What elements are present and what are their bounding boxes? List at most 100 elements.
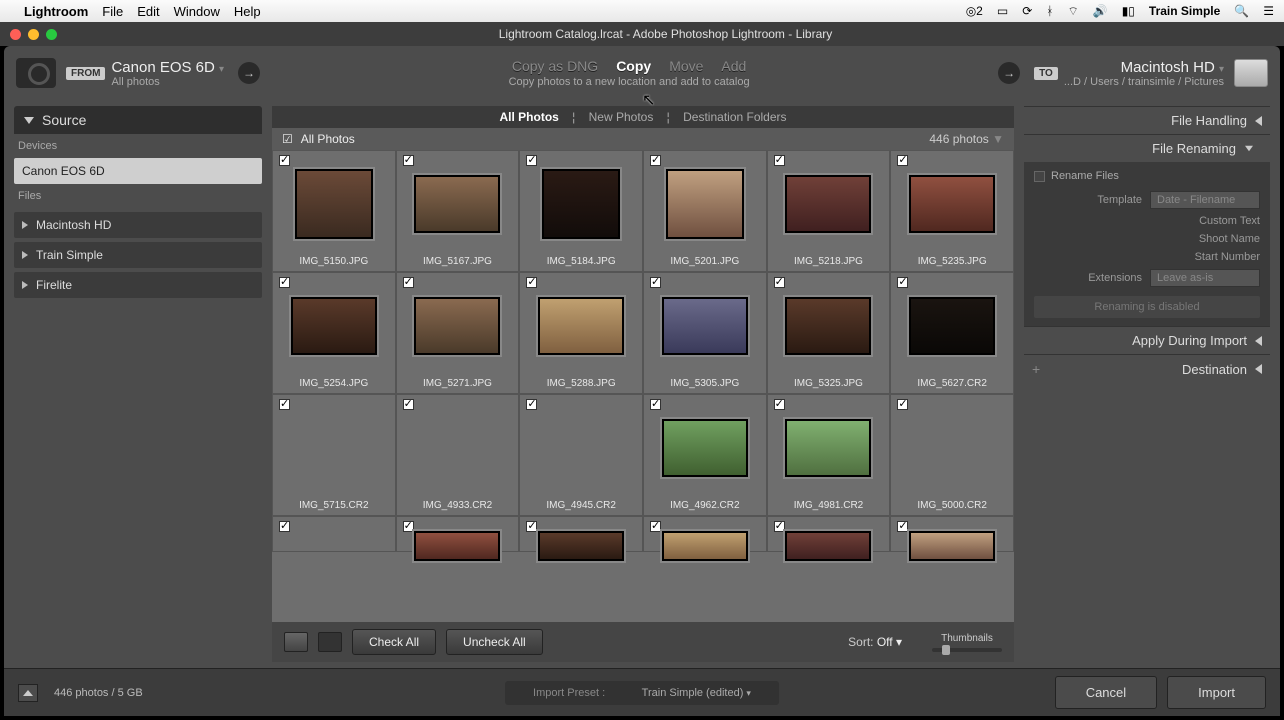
thumbnail-cell[interactable]: IMG_5167.JPG [396, 150, 520, 272]
grid-view-icon[interactable] [284, 632, 308, 652]
thumbnail-cell[interactable] [890, 516, 1014, 552]
thumbnail-cell[interactable]: IMG_5254.JPG [272, 272, 396, 394]
from-device-picker[interactable]: Canon EOS 6D ▾ [111, 59, 224, 76]
thumbnail-image[interactable] [414, 531, 500, 561]
tab-all-photos[interactable]: All Photos [499, 110, 558, 124]
group-check[interactable]: ☑ [282, 132, 293, 146]
thumbnail-cell[interactable]: IMG_5000.CR2 [890, 394, 1014, 516]
thumbnail-image[interactable] [785, 531, 871, 561]
thumbnail-image[interactable] [662, 531, 748, 561]
thumbnail-checkbox[interactable] [526, 521, 537, 532]
thumbnail-cell[interactable] [519, 516, 643, 552]
thumbnail-checkbox[interactable] [774, 521, 785, 532]
thumbnail-checkbox[interactable] [526, 155, 537, 166]
app-menu[interactable]: Lightroom [24, 4, 88, 19]
wifi-icon[interactable]: ⌔ [1067, 4, 1078, 19]
destination-header[interactable]: + Destination [1024, 354, 1270, 383]
thumbnail-cell[interactable]: IMG_5288.JPG [519, 272, 643, 394]
thumbnail-checkbox[interactable] [526, 399, 537, 410]
import-button[interactable]: Import [1167, 676, 1266, 709]
mode-copy-dng[interactable]: Copy as DNG [512, 58, 598, 74]
thumbnail-image[interactable] [662, 297, 748, 355]
zoom-window-icon[interactable] [46, 29, 57, 40]
thumbnail-checkbox[interactable] [279, 155, 290, 166]
thumbnail-checkbox[interactable] [897, 277, 908, 288]
thumbnail-checkbox[interactable] [650, 399, 661, 410]
thumbnail-checkbox[interactable] [897, 521, 908, 532]
volume-firelite[interactable]: Firelite [14, 272, 262, 298]
menu-file[interactable]: File [102, 4, 123, 19]
mode-add[interactable]: Add [721, 58, 746, 74]
thumbnail-image[interactable] [785, 297, 871, 355]
thumbnail-checkbox[interactable] [403, 155, 414, 166]
thumbnail-image[interactable] [538, 531, 624, 561]
thumbnail-image[interactable] [785, 175, 871, 233]
to-device-picker[interactable]: Macintosh HD ▾ [1064, 59, 1224, 76]
thumbnail-cell[interactable] [643, 516, 767, 552]
thumbnail-image[interactable] [909, 531, 995, 561]
menu-edit[interactable]: Edit [137, 4, 159, 19]
battery-icon[interactable]: ▮▯ [1122, 4, 1135, 18]
source-panel-header[interactable]: Source [14, 106, 262, 134]
thumbnail-cell[interactable]: IMG_4945.CR2 [519, 394, 643, 516]
thumbnail-image[interactable] [909, 297, 995, 355]
file-renaming-header[interactable]: File Renaming [1024, 134, 1270, 162]
menu-help[interactable]: Help [234, 4, 261, 19]
thumbnail-checkbox[interactable] [774, 155, 785, 166]
thumbnail-image[interactable] [295, 169, 373, 239]
spotlight-icon[interactable]: 🔍 [1234, 4, 1249, 18]
file-handling-header[interactable]: File Handling [1024, 106, 1270, 134]
add-subfolder-icon[interactable]: + [1032, 361, 1040, 377]
close-window-icon[interactable] [10, 29, 21, 40]
thumbnail-cell[interactable]: IMG_5627.CR2 [890, 272, 1014, 394]
thumbnail-cell[interactable]: IMG_4933.CR2 [396, 394, 520, 516]
thumbnail-image[interactable] [538, 297, 624, 355]
thumbnail-checkbox[interactable] [526, 277, 537, 288]
bluetooth-icon[interactable]: ᚼ [1046, 4, 1053, 18]
group-bar[interactable]: ☑ All Photos 446 photos ▼ [272, 128, 1014, 150]
thumbnail-cell[interactable]: IMG_5325.JPG [767, 272, 891, 394]
thumbnail-checkbox[interactable] [403, 277, 414, 288]
thumbnail-cell[interactable]: IMG_5305.JPG [643, 272, 767, 394]
thumbnail-checkbox[interactable] [279, 399, 290, 410]
device-item-selected[interactable]: Canon EOS 6D [14, 158, 262, 184]
airplay-icon[interactable]: ▭ [997, 4, 1008, 18]
expand-footer-icon[interactable] [18, 684, 38, 702]
thumbnail-image[interactable] [909, 175, 995, 233]
thumbnail-checkbox[interactable] [774, 399, 785, 410]
thumbnail-checkbox[interactable] [403, 521, 414, 532]
check-all-button[interactable]: Check All [352, 629, 436, 655]
thumbnail-grid[interactable]: IMG_5150.JPGIMG_5167.JPGIMG_5184.JPGIMG_… [272, 150, 1014, 622]
apply-during-import-header[interactable]: Apply During Import [1024, 326, 1270, 354]
thumbnail-cell[interactable]: IMG_5235.JPG [890, 150, 1014, 272]
thumbnail-checkbox[interactable] [897, 399, 908, 410]
thumbnail-cell[interactable] [767, 516, 891, 552]
cancel-button[interactable]: Cancel [1055, 676, 1157, 709]
import-preset-picker[interactable]: Import Preset : Train Simple (edited) ▾ [505, 681, 779, 705]
thumbnail-image[interactable] [662, 419, 748, 477]
uncheck-all-button[interactable]: Uncheck All [446, 629, 543, 655]
thumbnail-checkbox[interactable] [279, 521, 290, 532]
thumbnail-image[interactable] [785, 419, 871, 477]
mode-move[interactable]: Move [669, 58, 703, 74]
rename-files-checkbox[interactable] [1034, 171, 1045, 182]
thumbnail-checkbox[interactable] [279, 277, 290, 288]
thumbnail-image[interactable] [414, 175, 500, 233]
thumbnail-checkbox[interactable] [650, 277, 661, 288]
sync-icon[interactable]: ⟳ [1022, 4, 1032, 18]
menu-window[interactable]: Window [174, 4, 220, 19]
thumbnail-image[interactable] [414, 297, 500, 355]
thumbnail-size-slider[interactable] [932, 648, 1002, 652]
extensions-select[interactable]: Leave as-is [1150, 269, 1260, 287]
thumbnail-checkbox[interactable] [403, 399, 414, 410]
thumbnail-cell[interactable]: IMG_4962.CR2 [643, 394, 767, 516]
tab-destination-folders[interactable]: Destination Folders [683, 110, 786, 124]
template-select[interactable]: Date - Filename [1150, 191, 1260, 209]
volume-macintosh-hd[interactable]: Macintosh HD [14, 212, 262, 238]
thumbnail-cell[interactable] [396, 516, 520, 552]
thumbnail-cell[interactable]: IMG_5218.JPG [767, 150, 891, 272]
thumbnail-cell[interactable]: IMG_5715.CR2 [272, 394, 396, 516]
thumbnail-cell[interactable]: IMG_5184.JPG [519, 150, 643, 272]
thumbnail-image[interactable] [666, 169, 744, 239]
thumbnail-cell[interactable]: IMG_5271.JPG [396, 272, 520, 394]
